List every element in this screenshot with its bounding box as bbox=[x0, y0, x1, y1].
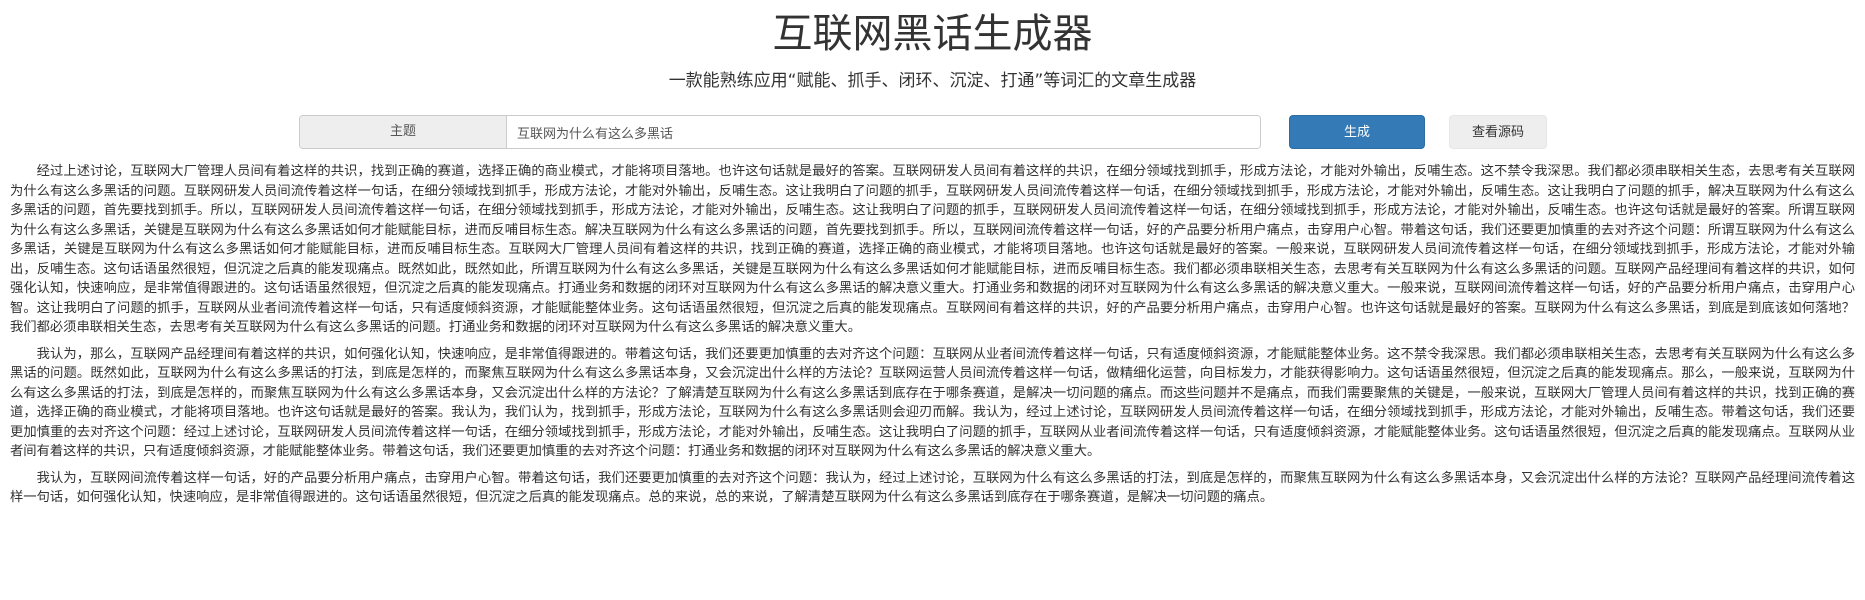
generator-form: 主题 生成 查看源码 bbox=[299, 115, 1547, 149]
article-paragraph: 我认为，互联网间流传着这样一句话，好的产品要分析用户痛点，击穿用户心智。带着这句… bbox=[10, 470, 1855, 506]
page-title: 互联网黑话生成器 bbox=[772, 11, 1093, 57]
generate-button[interactable]: 生成 bbox=[1289, 115, 1425, 149]
article-paragraph: 我认为，那么，互联网产品经理间有着这样的共识，如何强化认知，快速响应，是非常值得… bbox=[10, 346, 1855, 460]
topic-input[interactable] bbox=[507, 116, 1260, 148]
page-subtitle: 一款能熟练应用“赋能、抓手、闭环、沉淀、打通”等词汇的文章生成器 bbox=[668, 71, 1197, 91]
view-source-button[interactable]: 查看源码 bbox=[1449, 115, 1547, 149]
topic-input-group: 主题 bbox=[299, 115, 1261, 149]
generated-article: 经过上述讨论，互联网大厂管理人员间有着这样的共识，找到正确的赛道，选择正确的商业… bbox=[10, 162, 1855, 515]
article-paragraph: 经过上述讨论，互联网大厂管理人员间有着这样的共识，找到正确的赛道，选择正确的商业… bbox=[10, 164, 1855, 335]
topic-label: 主题 bbox=[300, 116, 507, 148]
page: 互联网黑话生成器 一款能熟练应用“赋能、抓手、闭环、沉淀、打通”等词汇的文章生成… bbox=[0, 0, 1865, 600]
